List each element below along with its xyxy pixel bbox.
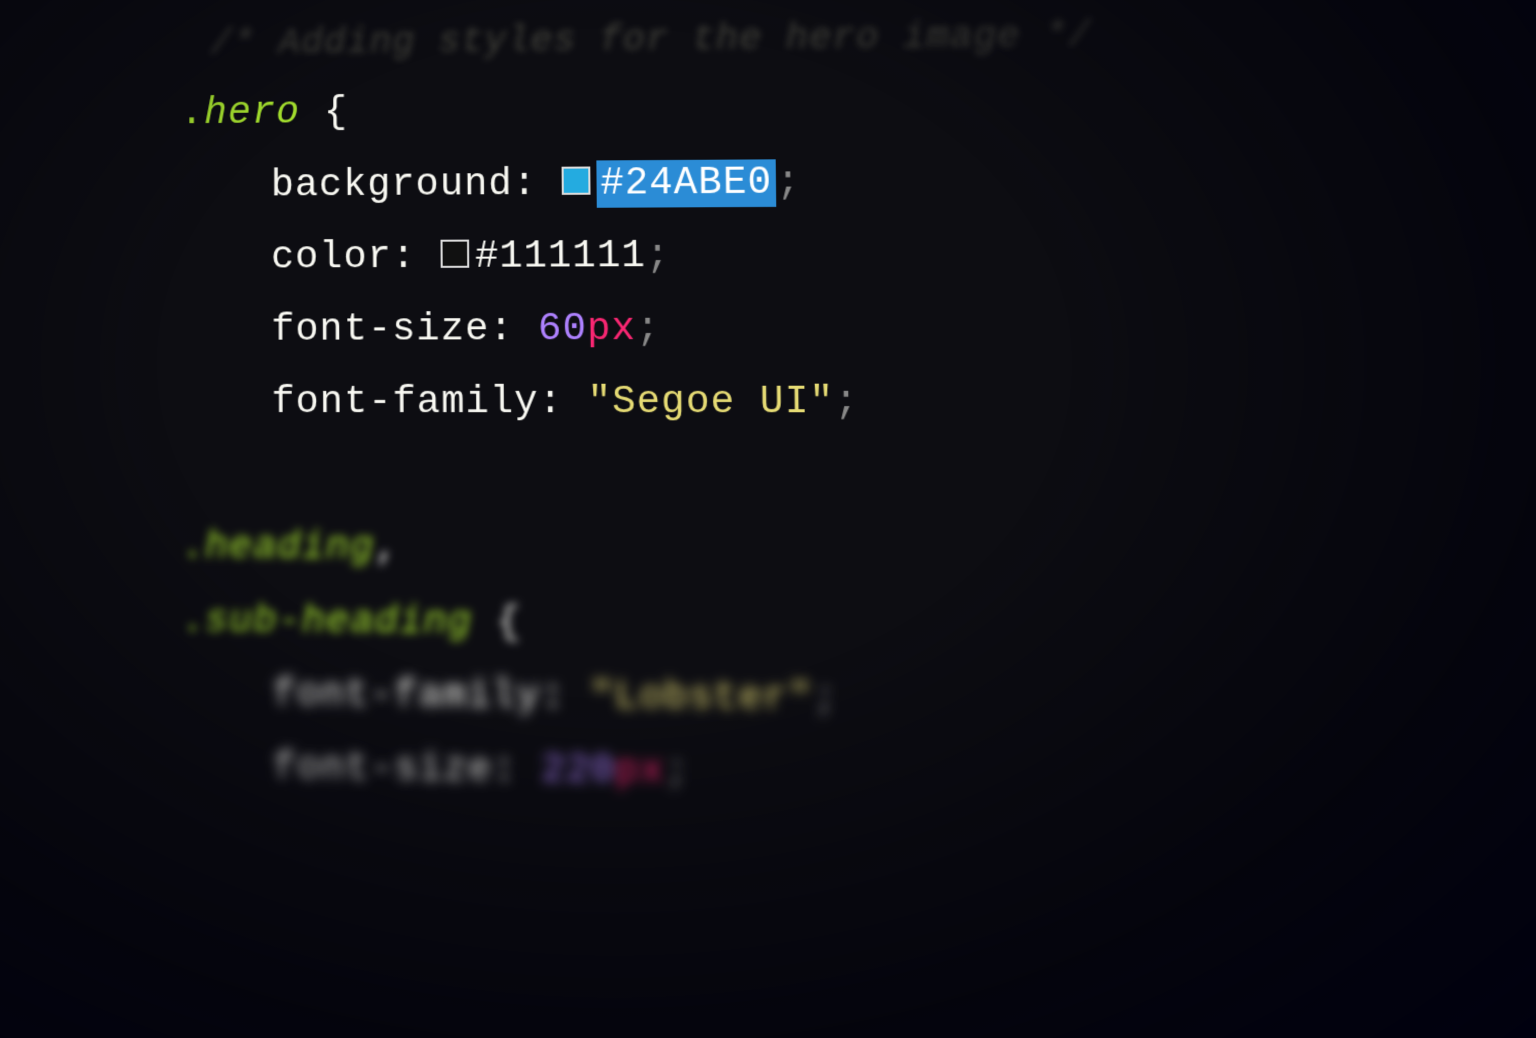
color-swatch-icon: [440, 239, 469, 267]
hex-value: #111111: [475, 235, 646, 279]
code-editor-view[interactable]: /* Adding styles for the hero image */ .…: [0, 0, 1536, 820]
property-font-size: font-size: [273, 746, 493, 792]
string-value: Segoe UI: [612, 381, 810, 425]
color-swatch-icon: [561, 166, 590, 194]
selector-heading: heading: [205, 526, 375, 570]
property-font-size: font-size: [271, 308, 489, 352]
property-color: color: [271, 236, 392, 280]
selector-dot: .: [181, 526, 205, 570]
selector-dot: .: [181, 599, 205, 643]
css-declaration-font-size: font-size: 60px;: [180, 291, 1536, 367]
selector-sub-heading: sub-heading: [205, 599, 472, 644]
selector-dot: .: [180, 93, 204, 136]
selector-hero: hero: [204, 92, 300, 136]
number-value: 60: [538, 308, 587, 352]
unit-px: px: [615, 749, 665, 794]
string-value: Lobster: [615, 675, 789, 721]
blank-line: [181, 440, 1536, 517]
css-selector-line-sub-heading: .sub-heading {: [181, 585, 1536, 668]
css-selector-line-hero: .hero {: [180, 67, 1536, 151]
css-declaration-color: color: #111111;: [180, 216, 1536, 295]
property-background: background: [271, 163, 513, 207]
css-selector-line-heading: .heading,: [181, 512, 1536, 592]
open-brace: {: [300, 91, 348, 134]
hex-value-selected[interactable]: #24ABE0: [596, 159, 777, 207]
css-declaration-font-size-2: font-size: 220px;: [181, 731, 1536, 819]
css-comment: /* Adding styles for the hero image */: [180, 0, 1536, 79]
unit-px: px: [587, 308, 636, 352]
css-declaration-font-family: font-family: "Segoe UI";: [181, 366, 1536, 441]
property-font-family: font-family: [271, 381, 538, 425]
css-declaration-font-family-2: font-family: "Lobster";: [181, 658, 1536, 744]
open-brace: {: [472, 601, 521, 645]
property-font-family: font-family: [272, 673, 541, 719]
number-value: 220: [541, 749, 615, 794]
css-declaration-background: background: #24ABE0;: [180, 141, 1536, 222]
